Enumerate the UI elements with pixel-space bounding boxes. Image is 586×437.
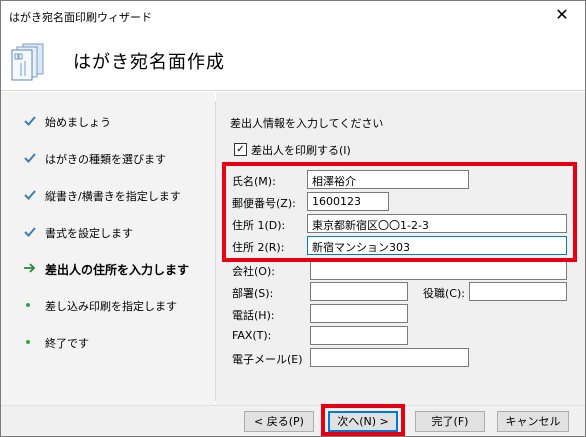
department-field[interactable] <box>310 282 408 301</box>
window-title: はがき宛名面印刷ウィザード <box>9 11 152 24</box>
step-label: 差出人の住所を入力します <box>45 263 190 277</box>
print-sender-label: 差出人を印刷する(I) <box>251 144 351 157</box>
bullet-icon <box>26 303 30 307</box>
arrow-right-icon <box>24 263 36 273</box>
fax-label: FAX(T): <box>232 329 272 342</box>
cancel-button[interactable]: キャンセル <box>497 411 569 432</box>
position-label: 役職(C): <box>423 287 465 300</box>
email-field[interactable] <box>310 348 469 367</box>
wizard-page-icon <box>11 43 44 81</box>
step-label: 終了です <box>45 337 89 350</box>
page-title: はがき宛名面作成 <box>73 52 225 73</box>
wizard-header: はがき宛名面作成 <box>1 31 585 91</box>
email-label: 電子メール(E) <box>232 353 303 366</box>
checkmark-icon <box>24 116 36 126</box>
phone-label: 電話(H): <box>232 309 275 322</box>
company-label: 会社(O): <box>232 265 275 278</box>
checkmark-icon <box>24 153 36 163</box>
finish-button[interactable]: 完了(F) <box>415 411 485 432</box>
back-button[interactable]: < 戻る(P) <box>244 411 314 432</box>
wizard-window: はがき宛名面印刷ウィザード ✕ はがき宛名面作成 始めましょう はがきの種類を選… <box>0 0 586 437</box>
step-label: 始めましょう <box>45 116 111 129</box>
steps-sidebar: 始めましょう はがきの種類を選びます 縦書き/横書きを指定します 書式を設定しま… <box>1 92 215 405</box>
checkmark-icon <box>24 227 36 237</box>
step-label: 縦書き/横書きを指定します <box>45 190 181 203</box>
step-label: 差し込み印刷を指定します <box>45 300 177 313</box>
step-label: 書式を設定します <box>45 227 133 240</box>
company-field[interactable] <box>310 261 567 280</box>
highlight-next-button <box>321 404 405 436</box>
fax-field[interactable] <box>310 326 408 345</box>
step-label: はがきの種類を選びます <box>45 153 166 166</box>
wizard-footer: < 戻る(P) 次へ(N) > 完了(F) キャンセル <box>1 405 585 436</box>
form-instruction: 差出人情報を入力してください <box>230 117 384 130</box>
title-bar[interactable]: はがき宛名面印刷ウィザード ✕ <box>1 1 585 31</box>
department-label: 部署(S): <box>232 287 274 300</box>
phone-field[interactable] <box>310 304 408 323</box>
checkbox-check-icon[interactable]: ✓ <box>234 143 247 156</box>
close-icon[interactable]: ✕ <box>539 1 585 31</box>
checkmark-icon <box>24 190 36 200</box>
position-field[interactable] <box>469 282 567 301</box>
bullet-icon <box>26 340 30 344</box>
highlight-sender-fields <box>222 162 577 262</box>
